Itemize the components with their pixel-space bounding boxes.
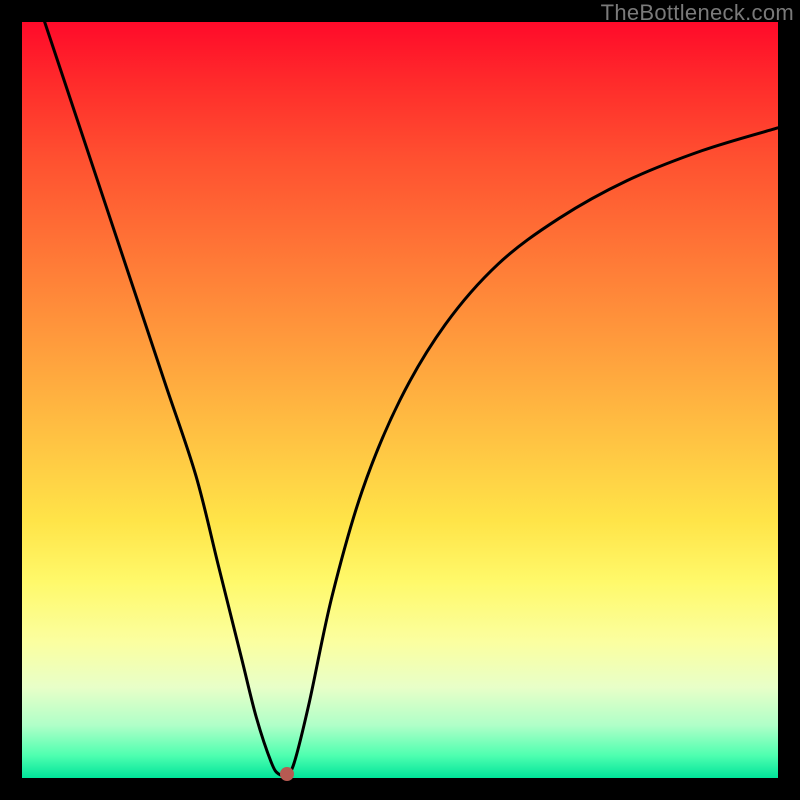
bottleneck-curve xyxy=(22,22,778,778)
watermark-text: TheBottleneck.com xyxy=(601,0,794,26)
minimum-marker xyxy=(280,767,294,781)
chart-frame: TheBottleneck.com xyxy=(0,0,800,800)
plot-area xyxy=(22,22,778,778)
